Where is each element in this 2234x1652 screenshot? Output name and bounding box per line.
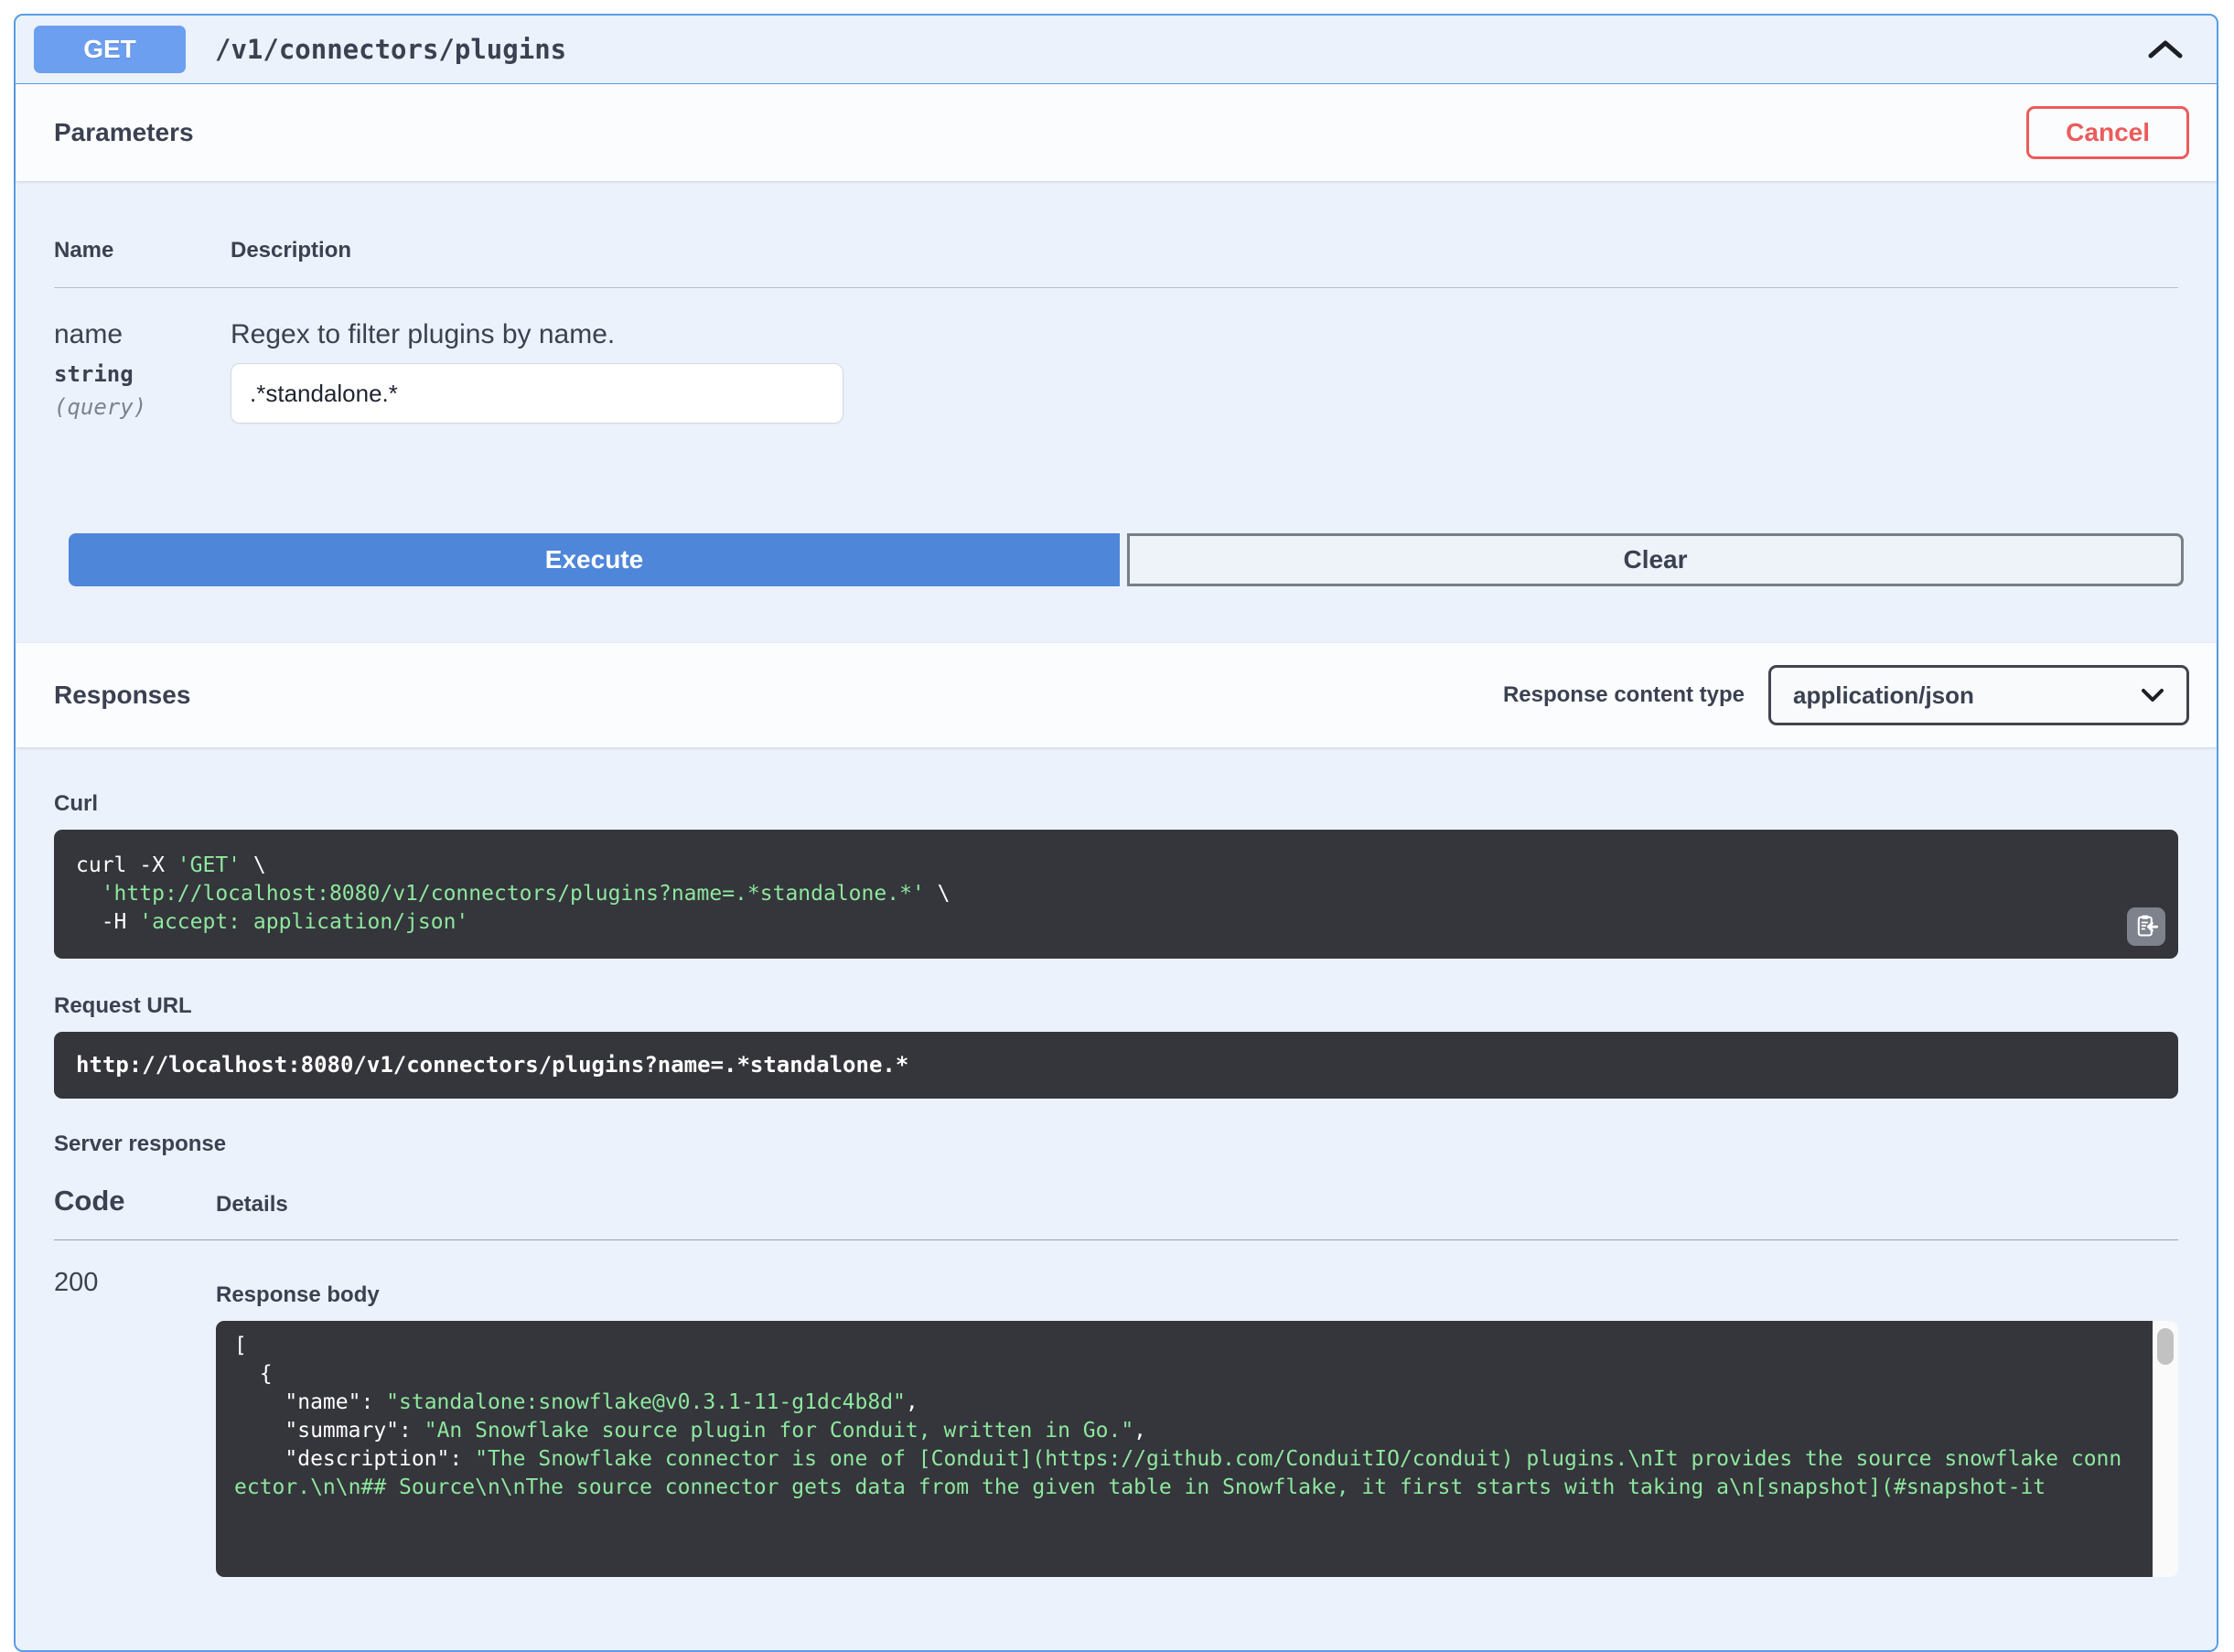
response-content-type-group: Response content type application/json	[1503, 665, 2189, 725]
parameters-table: Name Description name string (query) Reg…	[54, 238, 2178, 424]
clipboard-copy-icon	[2133, 913, 2159, 941]
response-body-label: Response body	[216, 1282, 2178, 1308]
response-details-cell: Response body [ { "name": "standalone:sn…	[216, 1268, 2178, 1577]
response-content-type-select[interactable]: application/json	[1768, 665, 2189, 725]
http-method-badge: GET	[34, 26, 186, 73]
chevron-down-icon	[2141, 681, 2164, 710]
parameter-value-input[interactable]	[231, 363, 843, 424]
parameter-row: name string (query) Regex to filter plug…	[54, 288, 2178, 424]
curl-command: curl -X 'GET' \ 'http://localhost:8080/v…	[54, 830, 2178, 959]
column-header-details: Details	[216, 1192, 2178, 1218]
response-body-scrollbar[interactable]	[2153, 1321, 2178, 1577]
response-content-type-label: Response content type	[1503, 682, 1745, 708]
curl-section: Curl curl -X 'GET' \ 'http://localhost:8…	[54, 791, 2178, 959]
endpoint-path: /v1/connectors/plugins	[215, 34, 566, 65]
responses-title: Responses	[54, 681, 190, 710]
request-url-value: http://localhost:8080/v1/connectors/plug…	[54, 1032, 2178, 1099]
scrollbar-thumb[interactable]	[2157, 1328, 2174, 1365]
copy-to-clipboard-button[interactable]	[2127, 907, 2165, 946]
opblock-summary[interactable]: GET /v1/connectors/plugins	[16, 16, 2217, 84]
cancel-button[interactable]: Cancel	[2026, 106, 2189, 159]
collapse-chevron-up-icon[interactable]	[2147, 38, 2184, 60]
curl-label: Curl	[54, 791, 2178, 817]
execute-button[interactable]: Execute	[69, 533, 1120, 586]
server-response-row: 200 Response body [ { "name": "standalon…	[54, 1240, 2178, 1577]
response-content-type-value: application/json	[1793, 681, 1974, 710]
responses-content: Curl curl -X 'GET' \ 'http://localhost:8…	[16, 791, 2217, 1577]
server-response-title: Server response	[54, 1132, 2178, 1157]
opblock-get: GET /v1/connectors/plugins Parameters Ca…	[14, 14, 2218, 1652]
column-header-code: Code	[54, 1185, 216, 1218]
parameter-name-cell: name string (query)	[54, 319, 231, 424]
response-body-code: [ { "name": "standalone:snowflake@v0.3.1…	[216, 1321, 2153, 1577]
server-response-table: Code Details 200 Response body [ { "name…	[54, 1185, 2178, 1577]
request-url-section: Request URL http://localhost:8080/v1/con…	[54, 993, 2178, 1099]
column-header-description: Description	[231, 238, 2178, 263]
parameters-header: Parameters Cancel	[16, 84, 2217, 181]
parameter-type: string	[54, 361, 231, 387]
responses-header: Responses Response content type applicat…	[16, 643, 2217, 747]
execute-clear-button-group: Execute Clear	[69, 533, 2184, 586]
clear-button[interactable]: Clear	[1127, 533, 2184, 586]
response-body-block: [ { "name": "standalone:snowflake@v0.3.1…	[216, 1321, 2178, 1577]
parameter-description-cell: Regex to filter plugins by name.	[231, 319, 2178, 424]
status-code: 200	[54, 1268, 216, 1577]
column-header-name: Name	[54, 238, 231, 263]
parameter-location: (query)	[54, 394, 231, 420]
parameter-description: Regex to filter plugins by name.	[231, 319, 2178, 350]
server-response-table-header: Code Details	[54, 1185, 2178, 1240]
parameter-name: name	[54, 319, 231, 350]
parameters-title: Parameters	[54, 118, 194, 147]
request-url-label: Request URL	[54, 993, 2178, 1019]
parameters-table-header: Name Description	[54, 238, 2178, 288]
